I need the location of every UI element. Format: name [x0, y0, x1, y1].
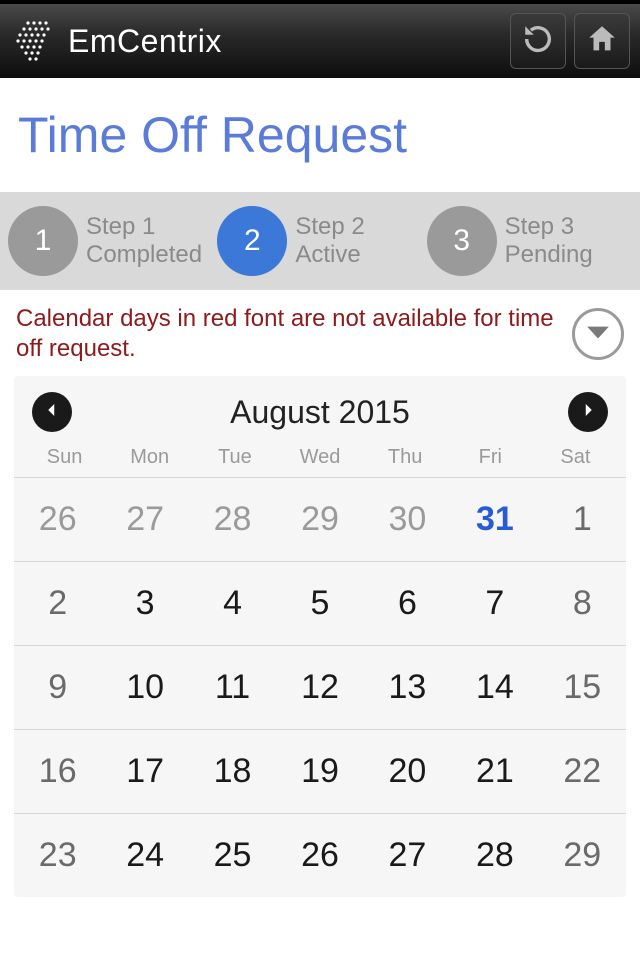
calendar-dow-row: Sun Mon Tue Wed Thu Fri Sat [14, 440, 626, 477]
page-title: Time Off Request [0, 78, 640, 192]
calendar-day[interactable]: 26 [14, 477, 101, 561]
brand: EmCentrix [10, 17, 222, 65]
chevron-right-icon [579, 401, 597, 424]
calendar-day[interactable]: 27 [101, 477, 188, 561]
step-1-circle: 1 [8, 206, 78, 276]
step-1-status: Completed [86, 241, 202, 269]
refresh-icon [521, 22, 555, 61]
step-3-status: Pending [505, 241, 593, 269]
calendar-day[interactable]: 1 [539, 477, 626, 561]
step-2-status: Active [295, 241, 364, 269]
home-button[interactable] [574, 13, 630, 69]
calendar-day[interactable]: 21 [451, 729, 538, 813]
calendar-day[interactable]: 29 [539, 813, 626, 897]
calendar-day[interactable]: 12 [276, 645, 363, 729]
chevron-left-icon [43, 401, 61, 424]
calendar-day[interactable]: 20 [364, 729, 451, 813]
calendar-day[interactable]: 17 [101, 729, 188, 813]
calendar-day[interactable]: 6 [364, 561, 451, 645]
calendar-day[interactable]: 8 [539, 561, 626, 645]
step-3[interactable]: 3 Step 3 Pending [427, 206, 632, 276]
calendar-day[interactable]: 15 [539, 645, 626, 729]
calendar-day[interactable]: 9 [14, 645, 101, 729]
calendar-day[interactable]: 14 [451, 645, 538, 729]
notice-text: Calendar days in red font are not availa… [16, 304, 562, 364]
prev-month-button[interactable] [32, 392, 72, 432]
calendar-day[interactable]: 31 [451, 477, 538, 561]
notice-row: Calendar days in red font are not availa… [0, 290, 640, 376]
calendar-day[interactable]: 16 [14, 729, 101, 813]
step-2-circle: 2 [217, 206, 287, 276]
step-progress: 1 Step 1 Completed 2 Step 2 Active 3 Ste… [0, 192, 640, 290]
next-month-button[interactable] [568, 392, 608, 432]
dow-sun: Sun [22, 446, 107, 469]
step-2-text: Step 2 Active [295, 213, 364, 268]
dow-tue: Tue [192, 446, 277, 469]
calendar-grid: 2627282930311234567891011121314151617181… [14, 477, 626, 897]
calendar-day[interactable]: 5 [276, 561, 363, 645]
calendar-day[interactable]: 19 [276, 729, 363, 813]
step-2-label: Step 2 [295, 213, 364, 241]
home-icon [585, 22, 619, 61]
calendar-header: August 2015 [14, 376, 626, 440]
calendar-day[interactable]: 22 [539, 729, 626, 813]
calendar: August 2015 Sun Mon Tue Wed Thu Fri Sat … [14, 376, 626, 897]
calendar-day[interactable]: 26 [276, 813, 363, 897]
dow-mon: Mon [107, 446, 192, 469]
dow-fri: Fri [448, 446, 533, 469]
calendar-day[interactable]: 13 [364, 645, 451, 729]
calendar-day[interactable]: 30 [364, 477, 451, 561]
calendar-day[interactable]: 4 [189, 561, 276, 645]
calendar-day[interactable]: 28 [451, 813, 538, 897]
dow-thu: Thu [363, 446, 448, 469]
refresh-button[interactable] [510, 13, 566, 69]
calendar-day[interactable]: 28 [189, 477, 276, 561]
collapse-button[interactable] [572, 308, 624, 360]
app-header: EmCentrix [0, 0, 640, 78]
calendar-day[interactable]: 29 [276, 477, 363, 561]
calendar-day[interactable]: 23 [14, 813, 101, 897]
brand-name: EmCentrix [68, 23, 222, 60]
dow-sat: Sat [533, 446, 618, 469]
brand-logo-icon [10, 17, 58, 65]
step-3-circle: 3 [427, 206, 497, 276]
calendar-day[interactable]: 2 [14, 561, 101, 645]
step-1[interactable]: 1 Step 1 Completed [8, 206, 213, 276]
calendar-day[interactable]: 25 [189, 813, 276, 897]
step-2[interactable]: 2 Step 2 Active [217, 206, 422, 276]
calendar-title: August 2015 [230, 394, 410, 431]
calendar-day[interactable]: 3 [101, 561, 188, 645]
calendar-day[interactable]: 18 [189, 729, 276, 813]
calendar-day[interactable]: 24 [101, 813, 188, 897]
calendar-day[interactable]: 10 [101, 645, 188, 729]
calendar-day[interactable]: 27 [364, 813, 451, 897]
chevron-down-icon [585, 319, 611, 350]
step-1-label: Step 1 [86, 213, 202, 241]
step-3-label: Step 3 [505, 213, 593, 241]
step-3-text: Step 3 Pending [505, 213, 593, 268]
calendar-day[interactable]: 7 [451, 561, 538, 645]
dow-wed: Wed [277, 446, 362, 469]
step-1-text: Step 1 Completed [86, 213, 202, 268]
calendar-day[interactable]: 11 [189, 645, 276, 729]
